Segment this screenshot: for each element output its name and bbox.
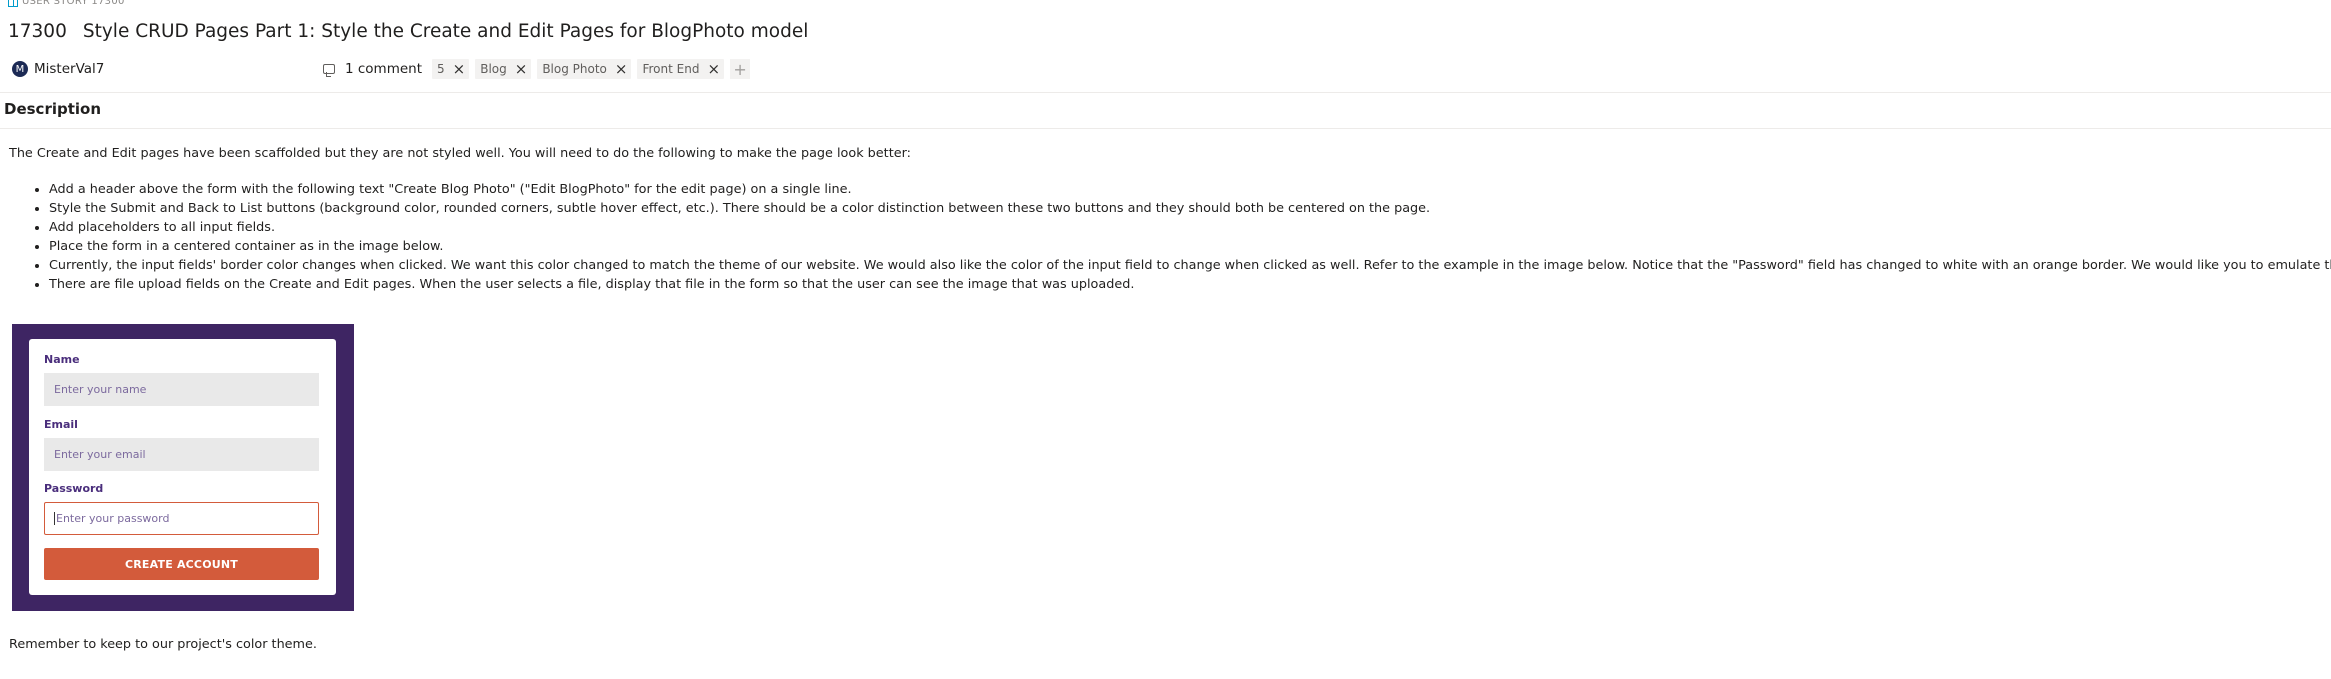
- description-heading: Description: [4, 100, 102, 118]
- name-placeholder: Enter your name: [54, 383, 147, 396]
- work-item-type-label: USER STORY 17300: [22, 0, 125, 7]
- email-label: Email: [44, 418, 78, 431]
- example-form-image: Name Enter your name Email Enter your em…: [12, 324, 354, 611]
- close-icon[interactable]: ×: [453, 61, 466, 77]
- assignee-name: MisterVal7: [34, 61, 105, 77]
- list-item: There are file upload fields on the Crea…: [49, 275, 2331, 294]
- password-label: Password: [44, 482, 104, 495]
- plus-icon: +: [733, 59, 747, 79]
- comments-count: 1 comment: [345, 61, 423, 77]
- close-icon[interactable]: ×: [707, 61, 720, 77]
- list-item: Currently, the input fields' border colo…: [49, 256, 2331, 275]
- password-placeholder: Enter your password: [56, 512, 170, 525]
- tag[interactable]: Blog ×: [475, 59, 532, 79]
- name-label: Name: [44, 353, 80, 366]
- comments-link[interactable]: 1 comment: [323, 58, 422, 80]
- tag-label: Front End: [642, 62, 700, 76]
- tag[interactable]: Front End ×: [637, 59, 725, 79]
- name-field: Enter your name: [44, 373, 319, 406]
- divider: [0, 92, 2331, 93]
- comment-icon: [323, 64, 335, 77]
- tag-label: Blog Photo: [542, 62, 607, 76]
- tag[interactable]: 5 ×: [432, 59, 470, 79]
- email-field: Enter your email: [44, 438, 319, 471]
- create-account-button: CREATE ACCOUNT: [44, 548, 319, 580]
- work-item-title[interactable]: Style CRUD Pages Part 1: Style the Creat…: [83, 21, 808, 42]
- list-item: Place the form in a centered container a…: [49, 237, 2331, 256]
- work-item-type: USER STORY 17300: [8, 0, 125, 7]
- email-placeholder: Enter your email: [54, 448, 146, 461]
- close-icon[interactable]: ×: [515, 61, 528, 77]
- avatar: M: [12, 61, 28, 77]
- close-icon[interactable]: ×: [615, 61, 628, 77]
- add-tag-button[interactable]: +: [730, 59, 751, 79]
- tag-label: 5: [437, 62, 445, 76]
- tag-list: 5 × Blog × Blog Photo × Front End × +: [432, 59, 751, 79]
- form-card: Name Enter your name Email Enter your em…: [29, 339, 336, 595]
- work-item-title-row: 17300 Style CRUD Pages Part 1: Style the …: [8, 21, 808, 42]
- description-intro: The Create and Edit pages have been scaf…: [9, 146, 911, 161]
- list-item: Add placeholders to all input fields.: [49, 218, 2331, 237]
- list-item: Add a header above the form with the fol…: [49, 180, 2331, 199]
- book-icon: [8, 0, 18, 7]
- tag[interactable]: Blog Photo ×: [537, 59, 632, 79]
- divider: [0, 128, 2331, 129]
- text-caret: [54, 512, 55, 525]
- requirements-list: Add a header above the form with the fol…: [30, 180, 2331, 294]
- tag-label: Blog: [480, 62, 507, 76]
- work-item-id: 17300: [8, 21, 67, 42]
- description-outro: Remember to keep to our project's color …: [9, 637, 317, 652]
- list-item: Style the Submit and Back to List button…: [49, 199, 2331, 218]
- assignee[interactable]: M MisterVal7: [12, 58, 104, 80]
- password-field: Enter your password: [44, 502, 319, 535]
